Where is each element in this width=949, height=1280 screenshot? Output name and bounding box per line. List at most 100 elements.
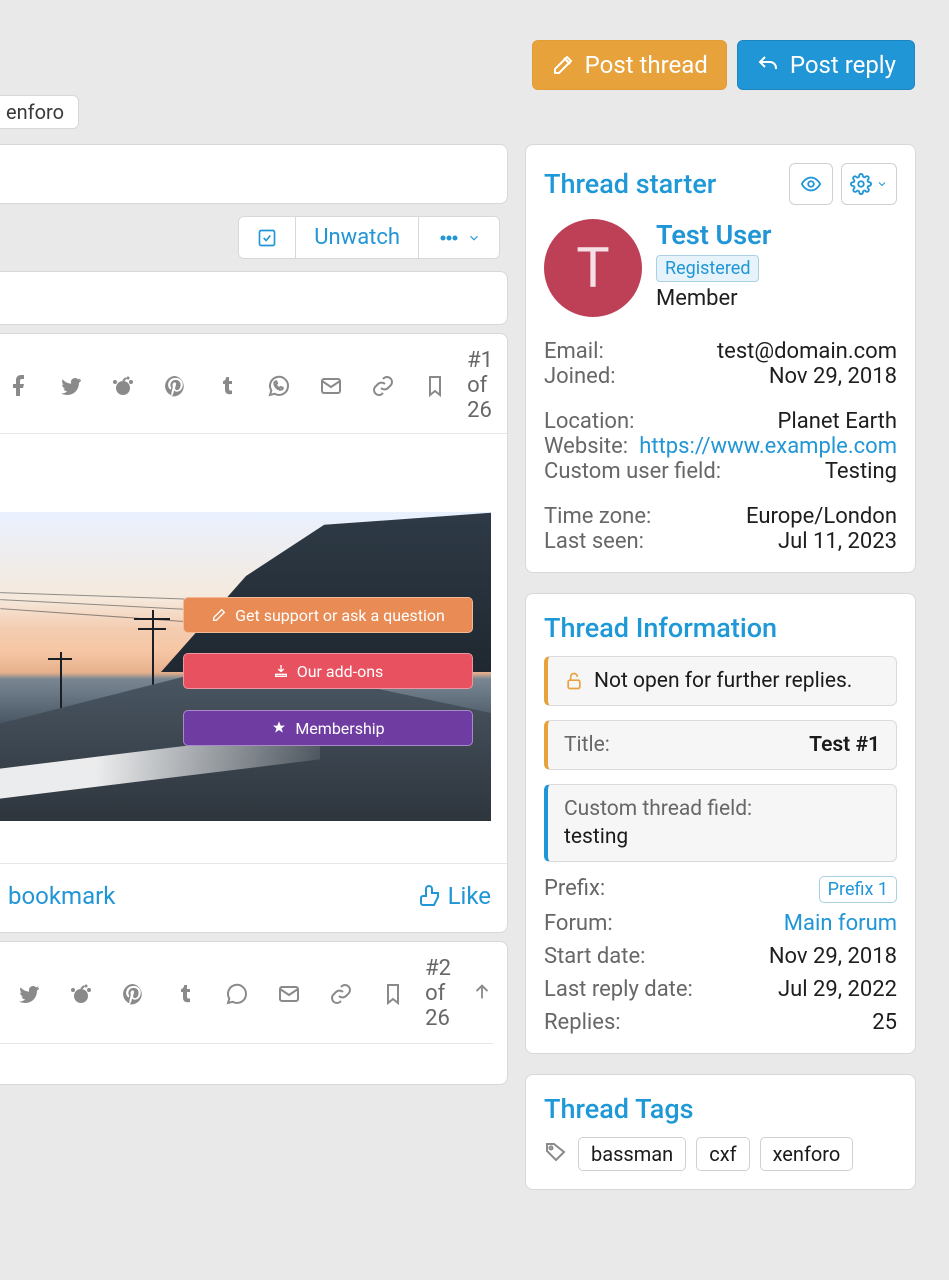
- panel-title: Thread starter: [544, 168, 716, 200]
- post-image: Get support or ask a question Our add-on…: [0, 512, 491, 821]
- user-name-link[interactable]: Test User: [656, 219, 771, 251]
- post-number-link[interactable]: #1 of 26: [467, 348, 493, 423]
- tag[interactable]: bassman: [578, 1137, 686, 1171]
- banner-addons[interactable]: Our add-ons: [183, 653, 473, 689]
- v: testing: [564, 825, 880, 849]
- check-square-icon: [257, 226, 277, 250]
- user-role: Member: [656, 286, 771, 311]
- thread-header-placeholder: [0, 144, 508, 204]
- custom-thread-field: Custom thread field: testing: [544, 784, 897, 862]
- bookmark-icon[interactable]: [381, 982, 405, 1006]
- k: Start date:: [544, 944, 645, 969]
- k: Forum:: [544, 911, 613, 936]
- link-icon[interactable]: [371, 374, 395, 398]
- k: Time zone:: [544, 504, 651, 529]
- thread-tags-panel: Thread Tags bassman cxf xenforo: [525, 1074, 916, 1190]
- website-link[interactable]: https://www.example.com: [639, 434, 897, 459]
- panel-title: Thread Tags: [544, 1093, 897, 1125]
- banner-addons-label: Our add-ons: [297, 662, 384, 681]
- v: Jul 11, 2023: [778, 529, 897, 554]
- k: Joined:: [544, 364, 616, 389]
- reply-icon: [756, 53, 780, 77]
- filter-row-placeholder: [0, 271, 508, 325]
- bookmark-link[interactable]: bookmark: [8, 882, 115, 910]
- whatsapp-icon[interactable]: [225, 982, 249, 1006]
- user-badge: Registered: [656, 255, 759, 282]
- lock-icon: [564, 671, 584, 691]
- email-icon[interactable]: [319, 374, 343, 398]
- twitter-icon[interactable]: [17, 982, 41, 1006]
- v: Europe/London: [746, 504, 897, 529]
- k: Replies:: [544, 1010, 621, 1035]
- settings-menu-button[interactable]: [841, 163, 897, 205]
- post-reply-label: Post reply: [790, 51, 896, 79]
- k: Last seen:: [544, 529, 644, 554]
- k: Custom user field:: [544, 459, 721, 484]
- k: Custom thread field:: [564, 797, 880, 821]
- unwatch-button[interactable]: Unwatch: [295, 217, 418, 258]
- prefix-badge[interactable]: Prefix 1: [819, 876, 897, 903]
- panel-title: Thread Information: [544, 612, 897, 644]
- like-button[interactable]: Like: [418, 882, 491, 910]
- whatsapp-icon[interactable]: [267, 374, 291, 398]
- more-icon: [437, 226, 461, 250]
- post-2: #2 of 26: [0, 941, 508, 1085]
- tag[interactable]: xenforo: [760, 1137, 854, 1171]
- k: Website:: [544, 434, 628, 459]
- thumbs-up-icon: [418, 884, 442, 908]
- forum-link[interactable]: Main forum: [784, 911, 897, 936]
- caret-down-icon: [876, 178, 888, 190]
- v: Nov 29, 2018: [769, 944, 897, 969]
- v: Planet Earth: [778, 409, 897, 434]
- v: Jul 29, 2022: [778, 977, 897, 1002]
- more-menu-button[interactable]: [418, 217, 499, 258]
- email-icon[interactable]: [277, 982, 301, 1006]
- post-reply-button[interactable]: Post reply: [737, 40, 915, 90]
- locked-notice: Not open for further replies.: [544, 656, 897, 706]
- banner-membership[interactable]: Membership: [183, 710, 473, 746]
- post-1: #1 of 26 Get support or ask a question O…: [0, 333, 508, 933]
- k: Email:: [544, 339, 604, 364]
- thread-title-field: Title: Test #1: [544, 720, 897, 770]
- pinterest-icon[interactable]: [163, 374, 187, 398]
- twitter-icon[interactable]: [59, 374, 83, 398]
- scroll-up-icon[interactable]: [471, 981, 493, 1007]
- pencil-square-icon: [551, 53, 575, 77]
- like-label: Like: [448, 882, 491, 910]
- v: 25: [872, 1010, 897, 1035]
- facebook-icon[interactable]: [7, 374, 31, 398]
- download-icon: [273, 663, 289, 679]
- tumblr-icon[interactable]: [173, 982, 197, 1006]
- k: Location:: [544, 409, 634, 434]
- thread-info-panel: Thread Information Not open for further …: [525, 593, 916, 1054]
- v: Nov 29, 2018: [769, 364, 897, 389]
- post-number-link[interactable]: #2 of 26: [425, 956, 451, 1031]
- bookmark-icon[interactable]: [423, 374, 447, 398]
- select-button[interactable]: [239, 217, 295, 258]
- v: Test #1: [809, 733, 880, 757]
- banner-membership-label: Membership: [295, 719, 384, 738]
- locked-text: Not open for further replies.: [594, 669, 852, 693]
- reddit-icon[interactable]: [69, 982, 93, 1006]
- star-icon: [271, 720, 287, 736]
- tumblr-icon[interactable]: [215, 374, 239, 398]
- banner-support[interactable]: Get support or ask a question: [183, 597, 473, 633]
- pinterest-icon[interactable]: [121, 982, 145, 1006]
- pencil-icon: [211, 607, 227, 623]
- gear-icon: [850, 173, 872, 195]
- tag-chip[interactable]: enforo: [0, 95, 79, 129]
- post-thread-button[interactable]: Post thread: [532, 40, 727, 90]
- link-icon[interactable]: [329, 982, 353, 1006]
- caret-down-icon: [467, 231, 481, 245]
- post-thread-label: Post thread: [585, 51, 708, 79]
- thread-starter-panel: Thread starter T Test User Registered Me…: [525, 144, 916, 573]
- watch-button[interactable]: [789, 163, 833, 205]
- avatar[interactable]: T: [544, 219, 642, 317]
- k: Prefix:: [544, 876, 605, 903]
- k: Last reply date:: [544, 977, 693, 1002]
- thread-toolbar: Unwatch: [238, 216, 500, 259]
- eye-icon: [800, 173, 822, 195]
- reddit-icon[interactable]: [111, 374, 135, 398]
- tag[interactable]: cxf: [696, 1137, 749, 1171]
- tags-icon: [544, 1140, 568, 1168]
